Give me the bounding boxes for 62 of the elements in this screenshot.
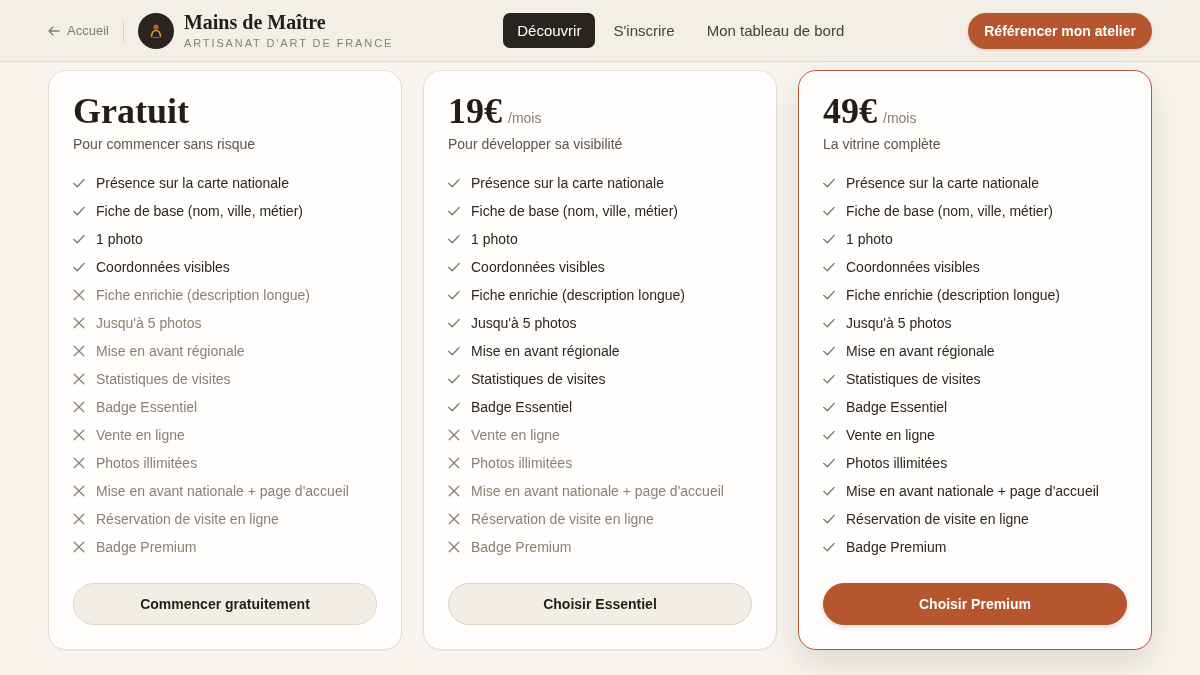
feature-label: Mise en avant nationale + page d'accueil (96, 483, 349, 499)
feature-label: Badge Premium (471, 539, 572, 555)
feature-label: Fiche enrichie (description longue) (846, 287, 1060, 303)
brand-tagline: ARTISANAT D'ART DE FRANCE (183, 36, 394, 50)
feature-label: Mise en avant régionale (471, 343, 620, 359)
feature-label: 1 photo (96, 231, 143, 247)
feature-label: Badge Essentiel (846, 399, 948, 415)
price-period: /mois (883, 110, 917, 126)
feature-label: Jusqu'à 5 photos (96, 315, 202, 331)
feature-label: Fiche de base (nom, ville, métier) (96, 203, 303, 219)
feature-label: Photos illimitées (846, 455, 948, 471)
feature-label: Fiche de base (nom, ville, métier) (846, 203, 1053, 219)
feature-label: Fiche de base (nom, ville, métier) (471, 203, 678, 219)
feature-label: 1 photo (471, 231, 518, 247)
feature-label: Mise en avant nationale + page d'accueil (846, 483, 1099, 499)
plan-price: Gratuit (73, 91, 189, 131)
feature-label: Coordonnées visibles (96, 259, 230, 275)
plan-subtitle: Pour développer sa visibilité (448, 135, 624, 153)
feature-label: Mise en avant régionale (846, 343, 995, 359)
feature-label: Mise en avant nationale + page d'accueil (471, 483, 724, 499)
back-link[interactable]: Accueil (48, 23, 109, 38)
feature-label: Vente en ligne (846, 427, 935, 443)
nav-tab[interactable]: S'inscrire (599, 13, 689, 48)
choose-plan-button[interactable]: Choisir Premium (823, 583, 1127, 625)
feature-label: Coordonnées visibles (471, 259, 605, 275)
nav-tab[interactable]: Mon tableau de bord (692, 13, 859, 48)
brand-name: Mains de Maître (183, 11, 327, 33)
feature-label: Badge Essentiel (471, 399, 573, 415)
feature-label: Réservation de visite en ligne (471, 511, 654, 527)
feature-label: Statistiques de visites (471, 371, 606, 387)
feature-label: Badge Premium (96, 539, 197, 555)
plan-subtitle: Pour commencer sans risque (73, 135, 257, 153)
feature-label: Réservation de visite en ligne (96, 511, 279, 527)
nav-tab[interactable]: Découvrir (503, 13, 596, 48)
feature-label: Présence sur la carte nationale (471, 175, 664, 191)
choose-plan-button[interactable]: Commencer gratuitement (73, 583, 377, 625)
feature-label: Jusqu'à 5 photos (471, 315, 577, 331)
feature-label: Fiche enrichie (description longue) (96, 287, 310, 303)
feature-label: 1 photo (846, 231, 893, 247)
feature-label: Badge Premium (846, 539, 947, 555)
feature-label: Statistiques de visites (846, 371, 981, 387)
feature-label: Statistiques de visites (96, 371, 231, 387)
feature-label: Jusqu'à 5 photos (846, 315, 952, 331)
feature-label: Présence sur la carte nationale (846, 175, 1039, 191)
logo-icon[interactable] (137, 12, 174, 49)
plan-price: 49€ (823, 91, 877, 131)
price-period: /mois (508, 110, 542, 126)
choose-plan-button[interactable]: Choisir Essentiel (448, 583, 752, 625)
feature-label: Vente en ligne (96, 427, 185, 443)
feature-label: Photos illimitées (471, 455, 573, 471)
cta-button[interactable]: Référencer mon atelier (968, 12, 1152, 49)
feature-label: Réservation de visite en ligne (846, 511, 1029, 527)
feature-label: Photos illimitées (96, 455, 198, 471)
feature-label: Badge Essentiel (96, 399, 198, 415)
plan-subtitle: La vitrine complète (823, 135, 942, 153)
plan-price: 19€ (448, 91, 502, 131)
arrow-left-icon (48, 25, 60, 36)
feature-label: Présence sur la carte nationale (96, 175, 289, 191)
feature-label: Mise en avant régionale (96, 343, 245, 359)
feature-label: Fiche enrichie (description longue) (471, 287, 685, 303)
feature-label: Vente en ligne (471, 427, 560, 443)
feature-label: Coordonnées visibles (846, 259, 980, 275)
